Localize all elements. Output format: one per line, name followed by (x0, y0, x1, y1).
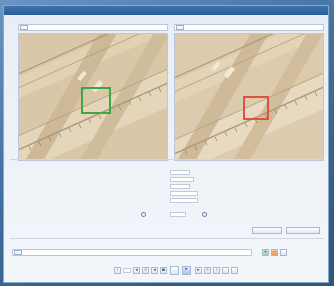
left-image-view[interactable] (18, 33, 168, 161)
refresh-icon[interactable] (202, 212, 207, 217)
folder-icon[interactable] (14, 250, 22, 255)
folder-icon[interactable] (176, 25, 184, 30)
section-divider-2 (10, 238, 324, 239)
action-button-a[interactable] (252, 227, 282, 234)
right-roi-box[interactable] (243, 96, 269, 120)
record-button[interactable] (170, 266, 179, 275)
field-input-1[interactable] (170, 170, 190, 175)
section-divider (10, 159, 324, 160)
settings-button[interactable] (231, 267, 238, 274)
action-button-b[interactable] (286, 227, 320, 234)
prev-frame-button[interactable]: ◂ (133, 267, 140, 274)
next-frame-button[interactable]: ▸ (195, 267, 202, 274)
stop-button[interactable]: ▪ (160, 267, 167, 274)
field-select-5[interactable] (170, 198, 198, 203)
options-button[interactable] (280, 249, 287, 256)
threshold-input[interactable] (170, 212, 186, 217)
field-input-3[interactable] (170, 184, 190, 189)
play-button[interactable]: ▸ (182, 266, 191, 275)
field-select-4[interactable] (170, 191, 198, 196)
sequence-path-field[interactable] (12, 249, 252, 256)
right-image-path-field[interactable] (174, 24, 324, 31)
loop-button[interactable] (222, 267, 229, 274)
threshold-icon[interactable] (141, 212, 146, 217)
right-image-view[interactable] (174, 33, 324, 161)
first-frame-button[interactable]: ‹ (114, 267, 121, 274)
left-image-path-field[interactable] (18, 24, 168, 31)
frame-number-field[interactable] (123, 268, 131, 273)
play-back-button[interactable]: ◂ (151, 267, 158, 274)
folder-icon[interactable] (20, 25, 28, 30)
add-button[interactable]: + (262, 249, 269, 256)
field-input-2[interactable] (170, 177, 194, 182)
title-bar (4, 6, 328, 15)
left-roi-box[interactable] (81, 87, 111, 114)
fast-forward-button[interactable]: » (204, 267, 211, 274)
remove-button[interactable]: − (271, 249, 278, 256)
rewind-button[interactable]: « (142, 267, 149, 274)
last-frame-button[interactable]: › (213, 267, 220, 274)
main-window: + − ‹ ◂ « ◂ ▪ ▸ ▸ » › (3, 5, 329, 283)
